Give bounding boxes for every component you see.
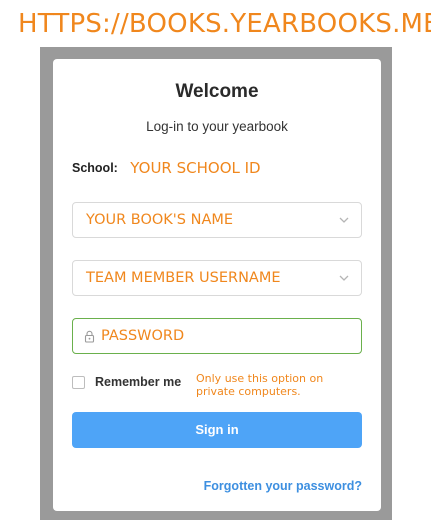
login-title: Welcome	[175, 81, 259, 102]
forgot-password-link[interactable]: Forgotten your password?	[204, 479, 362, 493]
url-banner: HTTPS://BOOKS.YEARBOOKS.ME	[18, 9, 431, 39]
sign-in-button[interactable]: Sign in	[72, 412, 362, 448]
chevron-down-icon	[339, 217, 349, 223]
password-value: PASSWORD	[101, 328, 185, 344]
school-id-value: YOUR SCHOOL ID	[130, 159, 261, 177]
book-select[interactable]: YOUR BOOK'S NAME	[72, 202, 362, 238]
private-computer-note: Only use this option on private computer…	[196, 372, 324, 398]
password-field[interactable]: PASSWORD	[72, 318, 362, 354]
login-subtitle: Log-in to your yearbook	[146, 119, 288, 134]
login-card: Welcome Log-in to your yearbook School: …	[53, 59, 381, 511]
lock-icon	[84, 330, 95, 343]
remember-checkbox[interactable]	[72, 376, 85, 389]
username-select-value: TEAM MEMBER USERNAME	[86, 270, 281, 286]
book-select-value: YOUR BOOK'S NAME	[86, 212, 234, 228]
remember-label[interactable]: Remember me	[95, 375, 181, 389]
school-label: School:	[72, 161, 118, 175]
chevron-down-icon	[339, 275, 349, 281]
username-select[interactable]: TEAM MEMBER USERNAME	[72, 260, 362, 296]
school-row: School: YOUR SCHOOL ID	[72, 159, 261, 177]
